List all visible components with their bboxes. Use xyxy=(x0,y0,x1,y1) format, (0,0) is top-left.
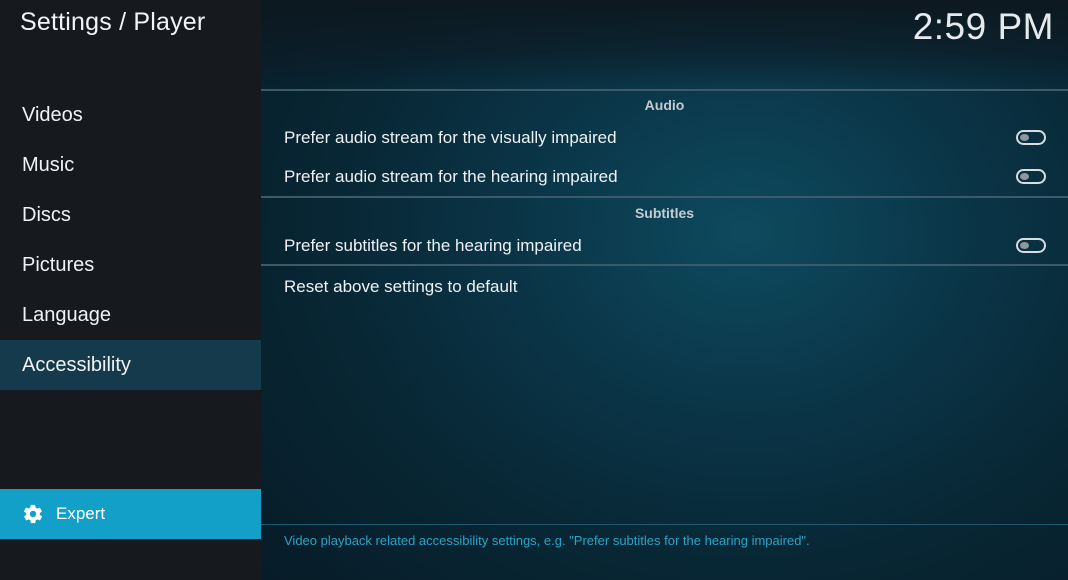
sidebar-item-label: Music xyxy=(22,154,75,176)
gear-icon xyxy=(22,503,44,525)
section-header-subtitles: Subtitles xyxy=(634,205,695,221)
setting-subtitles-hearing-impaired[interactable]: Prefer subtitles for the hearing impaire… xyxy=(261,227,1068,265)
toggle-switch[interactable] xyxy=(1016,130,1046,145)
sidebar-item-pictures[interactable]: Pictures xyxy=(0,240,261,290)
footer-divider xyxy=(261,524,1068,525)
setting-label: Prefer subtitles for the hearing impaire… xyxy=(284,236,582,255)
sidebar-item-music[interactable]: Music xyxy=(0,140,261,190)
sidebar-item-label: Pictures xyxy=(22,254,95,276)
divider xyxy=(261,196,1068,198)
settings-window: Settings / Player 2:59 PM Videos Music D… xyxy=(0,0,1068,580)
expert-label: Expert xyxy=(56,504,106,523)
setting-description: Video playback related accessibility set… xyxy=(284,533,810,548)
toggle-knob xyxy=(1020,173,1029,180)
sidebar-item-label: Videos xyxy=(22,104,83,126)
setting-label: Prefer audio stream for the hearing impa… xyxy=(284,167,618,186)
section-header-audio: Audio xyxy=(644,97,685,113)
divider xyxy=(261,89,1068,91)
toggle-switch[interactable] xyxy=(1016,169,1046,184)
clock: 2:59 PM xyxy=(912,6,1054,47)
sidebar-item-videos[interactable]: Videos xyxy=(0,90,261,140)
setting-audio-visually-impaired[interactable]: Prefer audio stream for the visually imp… xyxy=(261,119,1068,157)
sidebar-item-label: Language xyxy=(22,304,111,326)
toggle-knob xyxy=(1020,134,1029,141)
setting-audio-hearing-impaired[interactable]: Prefer audio stream for the hearing impa… xyxy=(261,158,1068,196)
sidebar-item-language[interactable]: Language xyxy=(0,290,261,340)
sidebar-item-discs[interactable]: Discs xyxy=(0,190,261,240)
reset-settings-button[interactable]: Reset above settings to default xyxy=(261,268,1068,306)
setting-label: Prefer audio stream for the visually imp… xyxy=(284,128,617,147)
page-title: Settings / Player xyxy=(20,8,206,36)
sidebar-item-accessibility[interactable]: Accessibility xyxy=(0,340,261,390)
expert-button[interactable]: Expert xyxy=(0,489,261,539)
sidebar-item-label: Discs xyxy=(22,204,71,226)
sidebar-item-label: Accessibility xyxy=(22,354,131,376)
divider xyxy=(261,264,1068,266)
toggle-knob xyxy=(1020,242,1029,249)
setting-label: Reset above settings to default xyxy=(284,277,518,296)
toggle-switch[interactable] xyxy=(1016,238,1046,253)
